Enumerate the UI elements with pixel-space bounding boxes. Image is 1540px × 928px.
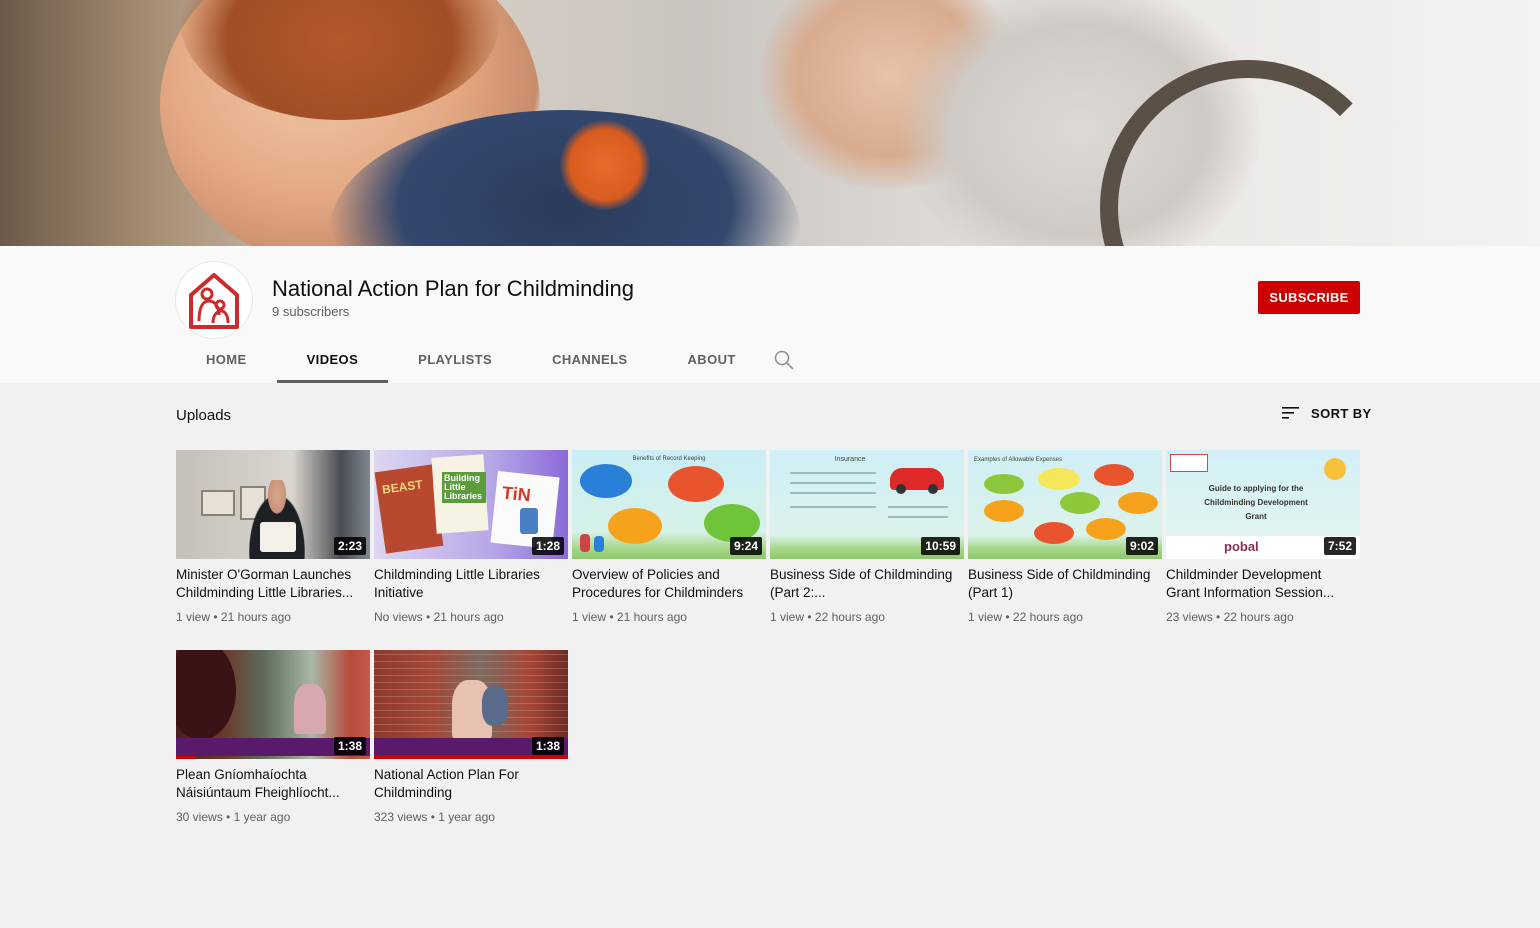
video-meta: 1 view • 21 hours ago [572, 610, 687, 624]
video-age: 22 hours ago [1223, 610, 1294, 624]
video-views: 1 view [968, 610, 1003, 624]
tab-home[interactable]: HOME [176, 338, 277, 383]
video-views: 1 view [176, 610, 211, 624]
channel-name: National Action Plan for Childminding [272, 276, 634, 301]
video-thumbnail[interactable]: Examples of Allowable Expenses 9:02 [968, 450, 1162, 559]
video-duration: 1:28 [531, 537, 564, 555]
video-duration: 1:38 [531, 737, 564, 755]
sort-icon [1282, 407, 1299, 419]
video-age: 22 hours ago [814, 610, 885, 624]
video-thumbnail[interactable]: Benefits of Record Keeping 9:24 [572, 450, 766, 559]
video-card[interactable]: Examples of Allowable Expenses 9:02 Busi… [968, 450, 1164, 624]
video-duration: 9:02 [1125, 537, 1158, 555]
book-cover-text: TiN [501, 482, 532, 506]
slide-heading: Benefits of Record Keeping [632, 456, 706, 462]
video-title[interactable]: Plean Gníomhaíochta Náisiúntaum Fheighlí… [176, 766, 362, 802]
video-views: 23 views [1166, 610, 1213, 624]
video-meta: 1 view • 22 hours ago [968, 610, 1083, 624]
video-views: No views [374, 610, 423, 624]
section-title: Uploads [176, 407, 232, 424]
video-meta: 1 view • 21 hours ago [176, 610, 291, 624]
video-meta: 323 views • 1 year ago [374, 810, 495, 824]
search-icon [774, 350, 794, 370]
video-title[interactable]: Business Side of Childminding (Part 1) [968, 566, 1154, 602]
subscribe-button[interactable]: SUBSCRIBE [1258, 281, 1360, 314]
video-meta: No views • 21 hours ago [374, 610, 504, 624]
video-thumbnail[interactable]: Insurance 10:59 [770, 450, 964, 559]
video-title[interactable]: Business Side of Childminding (Part 2:..… [770, 566, 956, 602]
sort-by-label: SORT BY [1311, 405, 1372, 421]
video-age: 21 hours ago [220, 610, 291, 624]
video-card[interactable]: 1:38 National Action Plan For Childmindi… [374, 650, 570, 824]
channel-tabs: HOME VIDEOS PLAYLISTS CHANNELS ABOUT [176, 338, 794, 383]
video-card[interactable]: BEAST Building Little Libraries TiN 1:28… [374, 450, 570, 624]
watch-progress [374, 755, 568, 759]
video-card[interactable]: Guide to applying for the Childminding D… [1166, 450, 1362, 624]
channel-banner [0, 0, 1540, 246]
video-card[interactable]: 1:38 Plean Gníomhaíochta Náisiúntaum Fhe… [176, 650, 372, 824]
channel-search-button[interactable] [772, 348, 796, 372]
subscriber-count: 9 subscribers [272, 304, 350, 319]
video-views: 323 views [374, 810, 428, 824]
tab-about[interactable]: ABOUT [658, 338, 766, 383]
video-thumbnail[interactable]: 1:38 [374, 650, 568, 759]
video-title[interactable]: Childminding Little Libraries Initiative [374, 566, 560, 602]
house-family-icon [189, 273, 239, 329]
video-age: 21 hours ago [433, 610, 504, 624]
video-meta: 30 views • 1 year ago [176, 810, 291, 824]
video-duration: 1:38 [333, 737, 366, 755]
video-views: 1 view [770, 610, 805, 624]
slide-heading: Insurance [834, 456, 866, 463]
video-duration: 9:24 [729, 537, 762, 555]
video-views: 1 view [572, 610, 607, 624]
video-title[interactable]: Childminder Development Grant Informatio… [1166, 566, 1352, 602]
video-thumbnail[interactable]: BEAST Building Little Libraries TiN 1:28 [374, 450, 568, 559]
book-cover-text: Building Little Libraries [442, 472, 486, 503]
video-age: 21 hours ago [616, 610, 687, 624]
tab-channels[interactable]: CHANNELS [522, 338, 657, 383]
video-card[interactable]: Insurance 10:59 Business Side of Childmi… [770, 450, 966, 624]
video-duration: 2:23 [333, 537, 366, 555]
channel-avatar[interactable] [176, 262, 252, 338]
video-meta: 1 view • 22 hours ago [770, 610, 885, 624]
pobal-logo: pobal [1224, 539, 1259, 554]
video-title[interactable]: Minister O'Gorman Launches Childminding … [176, 566, 362, 602]
video-duration: 7:52 [1323, 537, 1356, 555]
slide-heading: Examples of Allowable Expenses [974, 457, 1063, 463]
video-age: 1 year ago [233, 810, 291, 824]
video-meta: 23 views • 22 hours ago [1166, 610, 1294, 624]
sort-by-button[interactable]: SORT BY [1281, 405, 1372, 421]
video-title[interactable]: National Action Plan For Childminding [374, 766, 560, 802]
video-thumbnail[interactable]: 2:23 [176, 450, 370, 559]
video-thumbnail[interactable]: Guide to applying for the Childminding D… [1166, 450, 1360, 559]
video-title[interactable]: Overview of Policies and Procedures for … [572, 566, 758, 602]
tab-playlists[interactable]: PLAYLISTS [388, 338, 522, 383]
tab-videos[interactable]: VIDEOS [276, 338, 389, 383]
video-age: 22 hours ago [1012, 610, 1083, 624]
video-card[interactable]: Benefits of Record Keeping 9:24 Overview… [572, 450, 768, 624]
video-views: 30 views [176, 810, 223, 824]
slide-heading: Guide to applying for the Childminding D… [1204, 484, 1308, 521]
video-card[interactable]: 2:23 Minister O'Gorman Launches Childmin… [176, 450, 372, 624]
video-duration: 10:59 [921, 537, 960, 555]
video-age: 1 year ago [438, 810, 495, 824]
video-thumbnail[interactable]: 1:38 [176, 650, 370, 759]
